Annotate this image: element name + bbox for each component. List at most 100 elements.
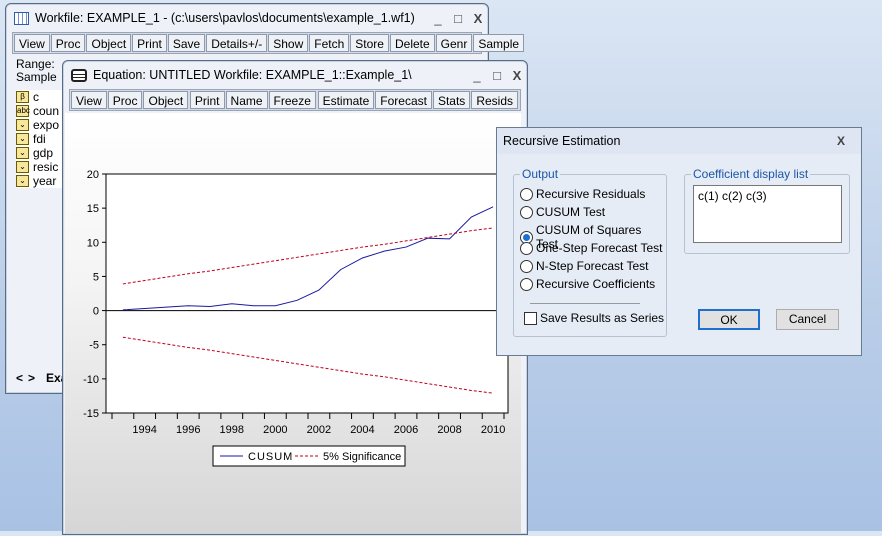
beta-icon: β	[16, 91, 29, 103]
close-button[interactable]: X	[507, 68, 527, 83]
dialog-titlebar[interactable]: Recursive Estimation X	[497, 128, 861, 154]
x-tick-label: 2002	[307, 424, 331, 436]
radio-button[interactable]	[520, 241, 533, 255]
close-button[interactable]: X	[468, 11, 488, 26]
radio-label: One-Step Forecast Test	[536, 241, 663, 255]
list-item[interactable]: ⌄ year	[16, 174, 66, 188]
nav-prev[interactable]: <	[16, 371, 23, 385]
cusum-chart: 20 15 10 5 0 -5 -10 -15 1994 1996 1998 2000 2002 2004…	[83, 169, 509, 467]
freeze-button[interactable]: Freeze	[268, 91, 316, 109]
radio-option[interactable]: N-Step Forecast Test	[520, 259, 649, 273]
cancel-button[interactable]: Cancel	[776, 309, 839, 330]
object-list: β c abc coun ⌄ expo ⌄ fdi ⌄ gdp ⌄ resic ⌄ year	[16, 90, 66, 188]
series-icon: ⌄	[16, 175, 29, 187]
store-button[interactable]: Store	[350, 34, 389, 52]
chart-area: 20 15 10 5 0 -5 -10 -15 1994 1996 1998 2000 2002 2004…	[65, 113, 521, 533]
list-item[interactable]: ⌄ fdi	[16, 132, 66, 146]
genr-button[interactable]: Genr	[435, 34, 473, 52]
minimize-button[interactable]: _	[428, 11, 448, 26]
equation-titlebar[interactable]: Equation: UNTITLED Workfile: EXAMPLE_1::…	[63, 61, 527, 89]
radio-option[interactable]: One-Step Forecast Test	[520, 241, 663, 255]
x-tick-label: 2000	[263, 424, 287, 436]
series-icon: ⌄	[16, 161, 29, 173]
resids-button[interactable]: Resids	[471, 91, 518, 109]
radio-button[interactable]	[520, 259, 533, 273]
list-item[interactable]: ⌄ expo	[16, 118, 66, 132]
series-icon: ⌄	[16, 119, 29, 131]
list-item[interactable]: βc	[16, 90, 66, 104]
estimate-button[interactable]: Estimate	[317, 91, 375, 109]
radio-button[interactable]	[520, 277, 533, 291]
object-name: coun	[33, 104, 60, 118]
x-tick-label: 2006	[394, 424, 418, 436]
list-item[interactable]: ⌄ gdp	[16, 146, 66, 160]
workfile-title: Workfile: EXAMPLE_1 - (c:\users\pavlos\d…	[35, 11, 415, 25]
y-tick-label: -5	[89, 340, 99, 352]
equation-title: Equation: UNTITLED Workfile: EXAMPLE_1::…	[93, 68, 412, 82]
nav-next[interactable]: >	[28, 371, 35, 385]
radio-button[interactable]	[520, 205, 533, 219]
maximize-button[interactable]: □	[487, 68, 507, 83]
workfile-toolbar: View Proc Object Print Save Details+/- Show Fet…	[12, 32, 525, 54]
dialog-title: Recursive Estimation	[503, 134, 621, 148]
x-tick-label: 2008	[437, 424, 461, 436]
ok-button[interactable]: OK	[698, 309, 760, 330]
y-tick-label: 15	[87, 203, 99, 215]
fetch-button[interactable]: Fetch	[309, 34, 350, 52]
name-button[interactable]: Name	[225, 91, 268, 109]
radio-option[interactable]: Recursive Residuals	[520, 187, 645, 201]
y-tick-label: 0	[93, 306, 99, 318]
show-button[interactable]: Show	[268, 34, 309, 52]
radio-option[interactable]: CUSUM Test	[520, 205, 605, 219]
save-results-checkbox[interactable]: Save Results as Series	[524, 311, 664, 325]
print-button[interactable]: Print	[132, 34, 167, 52]
view-button[interactable]: View	[14, 34, 50, 52]
y-tick-label: -15	[83, 408, 99, 420]
proc-button[interactable]: Proc	[50, 34, 86, 52]
radio-label: CUSUM Test	[536, 205, 606, 219]
dialog-close-button[interactable]: X	[837, 134, 861, 148]
object-button[interactable]: Object	[143, 91, 189, 109]
recursive-estimation-dialog: Recursive Estimation X Output Recursive …	[496, 127, 862, 356]
object-name: fdi	[33, 132, 46, 146]
x-tick-label: 2004	[350, 424, 374, 436]
workfile-titlebar[interactable]: Workfile: EXAMPLE_1 - (c:\users\pavlos\d…	[6, 4, 488, 32]
checkbox-box[interactable]	[524, 311, 537, 325]
series-icon: ⌄	[16, 133, 29, 145]
x-tick-label: 1994	[132, 424, 156, 436]
stats-button[interactable]: Stats	[432, 91, 471, 109]
save-button[interactable]: Save	[167, 34, 206, 52]
radio-option[interactable]: Recursive Coefficients	[520, 277, 655, 291]
object-name: year	[33, 174, 57, 188]
y-tick-label: 10	[87, 237, 99, 249]
print-button[interactable]: Print	[189, 91, 225, 109]
y-tick-label: -10	[83, 374, 99, 386]
coefficient-input[interactable]: c(1) c(2) c(3)	[693, 185, 842, 243]
list-item[interactable]: ⌄ resic	[16, 160, 66, 174]
proc-button[interactable]: Proc	[107, 91, 143, 109]
radio-button[interactable]	[520, 187, 533, 201]
object-name: c	[33, 90, 39, 104]
maximize-button[interactable]: □	[448, 11, 468, 26]
coefficient-label: Coefficient display list	[691, 167, 811, 181]
coefficient-group: Coefficient display list c(1) c(2) c(3)	[684, 167, 850, 254]
alpha-series-icon: abc	[16, 105, 30, 117]
output-label: Output	[520, 167, 561, 181]
details-button[interactable]: Details+/-	[206, 34, 268, 52]
list-item[interactable]: abc coun	[16, 104, 66, 118]
delete-button[interactable]: Delete	[389, 34, 435, 52]
plot-frame	[105, 173, 509, 414]
workfile-icon	[14, 11, 29, 25]
y-tick-label: 5	[93, 271, 99, 283]
view-button[interactable]: View	[71, 91, 107, 109]
object-name: gdp	[33, 146, 54, 160]
y-tick-label: 20	[87, 169, 99, 181]
save-results-label: Save Results as Series	[540, 311, 665, 325]
object-button[interactable]: Object	[86, 34, 132, 52]
divider	[530, 303, 640, 304]
equation-window: Equation: UNTITLED Workfile: EXAMPLE_1::…	[62, 60, 528, 535]
sample-button[interactable]: Sample	[473, 34, 525, 52]
x-tick-label: 2010	[481, 424, 505, 436]
minimize-button[interactable]: _	[467, 68, 487, 83]
forecast-button[interactable]: Forecast	[375, 91, 432, 109]
